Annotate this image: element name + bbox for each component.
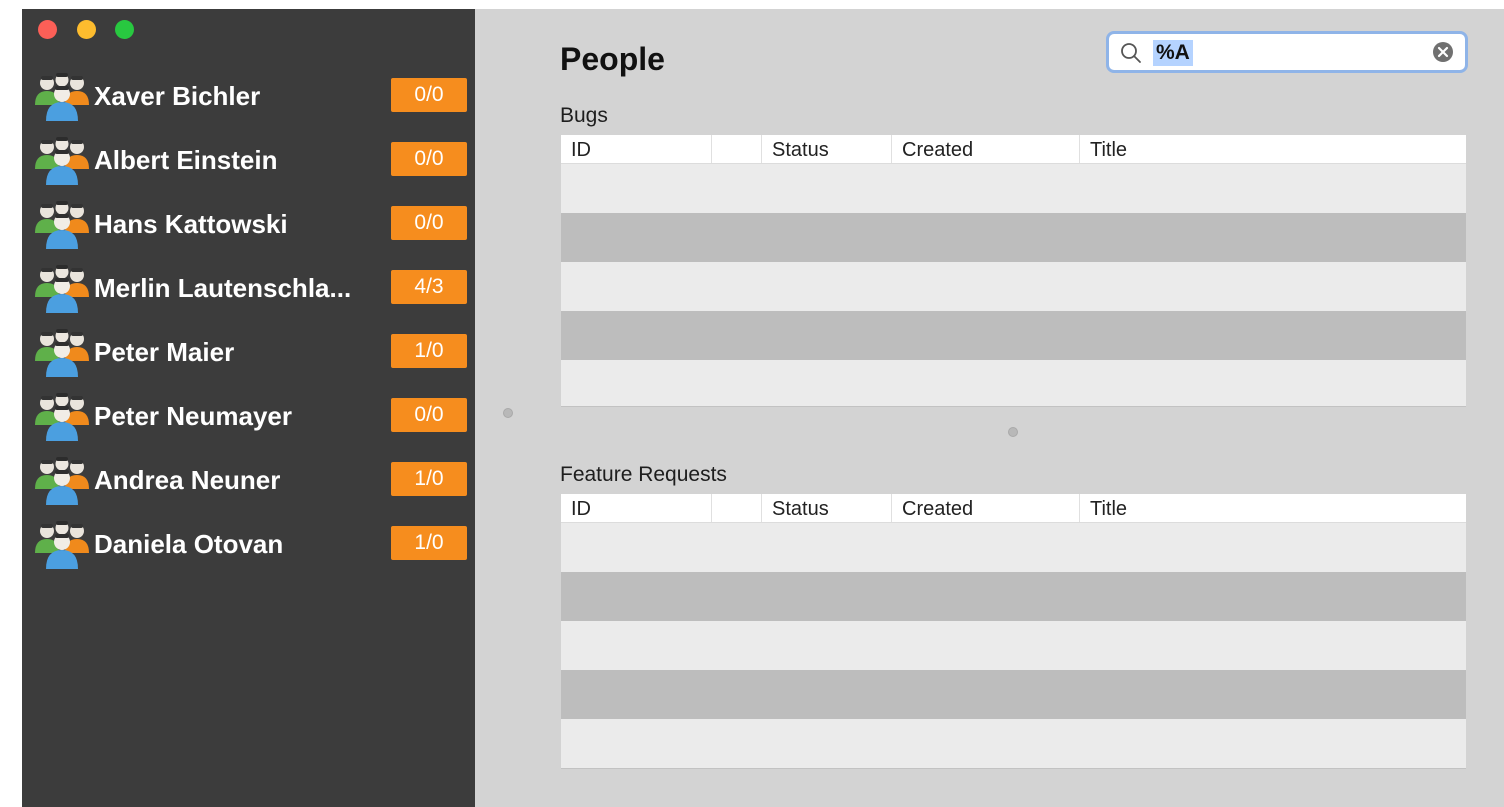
column-header-status[interactable]: Status — [761, 135, 891, 163]
issue-count-badge: 0/0 — [391, 206, 467, 240]
column-header-created[interactable]: Created — [891, 135, 1079, 163]
person-name: Xaver Bichler — [94, 81, 261, 111]
person-name: Albert Einstein — [94, 145, 278, 175]
person-name: Peter Neumayer — [94, 401, 292, 431]
issue-count-badge: 0/0 — [391, 78, 467, 112]
table-row[interactable] — [561, 213, 1466, 262]
vertical-split-handle[interactable] — [503, 408, 513, 418]
table-row[interactable] — [561, 164, 1466, 213]
person-item[interactable]: Merlin Lautenschla... 4/3 — [22, 257, 475, 321]
person-item[interactable]: Hans Kattowski 0/0 — [22, 193, 475, 257]
zoom-window-button[interactable] — [115, 20, 134, 39]
person-name: Andrea Neuner — [94, 465, 281, 495]
people-group-icon — [35, 329, 89, 377]
close-window-button[interactable] — [38, 20, 57, 39]
table-row[interactable] — [561, 262, 1466, 311]
issue-count-badge: 0/0 — [391, 398, 467, 432]
people-group-icon — [35, 137, 89, 185]
issue-count-badge: 1/0 — [391, 462, 467, 496]
column-header-title[interactable]: Title — [1079, 135, 1466, 163]
horizontal-split-handle[interactable] — [1008, 427, 1018, 437]
table-row[interactable] — [561, 572, 1466, 621]
bugs-table[interactable]: ID Status Created Title — [561, 135, 1466, 406]
person-name: Peter Maier — [94, 337, 235, 367]
table-row[interactable] — [561, 621, 1466, 670]
people-group-icon — [35, 73, 89, 121]
column-header-blank[interactable] — [711, 494, 761, 522]
people-group-icon — [35, 201, 89, 249]
person-item[interactable]: Daniela Otovan 1/0 — [22, 513, 475, 577]
column-header-id[interactable]: ID — [561, 135, 711, 163]
table-row[interactable] — [561, 523, 1466, 572]
feature-requests-table[interactable]: ID Status Created Title — [561, 494, 1466, 768]
table-row[interactable] — [561, 719, 1466, 768]
minimize-window-button[interactable] — [77, 20, 96, 39]
person-item[interactable]: Andrea Neuner 1/0 — [22, 449, 475, 513]
person-item[interactable]: Peter Neumayer 0/0 — [22, 385, 475, 449]
people-group-icon — [35, 393, 89, 441]
person-item[interactable]: Albert Einstein 0/0 — [22, 129, 475, 193]
column-header-blank[interactable] — [711, 135, 761, 163]
search-icon — [1121, 43, 1141, 63]
search-input-value[interactable]: %A — [1153, 40, 1193, 66]
issue-count-badge: 1/0 — [391, 334, 467, 368]
table-row[interactable] — [561, 670, 1466, 719]
bugs-table-header: ID Status Created Title — [561, 135, 1466, 164]
people-sidebar: Xaver Bichler 0/0 Albert Einstein 0/0 Ha… — [22, 9, 475, 807]
table-row[interactable] — [561, 311, 1466, 360]
person-name: Merlin Lautenschla... — [94, 273, 352, 303]
bugs-section-label: Bugs — [560, 104, 608, 127]
people-group-icon — [35, 265, 89, 313]
people-group-icon — [35, 521, 89, 569]
issue-count-badge: 0/0 — [391, 142, 467, 176]
issue-count-badge: 1/0 — [391, 526, 467, 560]
person-name: Hans Kattowski — [94, 209, 288, 239]
feature-requests-section-label: Feature Requests — [560, 463, 727, 486]
column-header-id[interactable]: ID — [561, 494, 711, 522]
clear-search-icon[interactable] — [1431, 40, 1455, 64]
person-item[interactable]: Peter Maier 1/0 — [22, 321, 475, 385]
page-title: People — [560, 41, 665, 77]
people-group-icon — [35, 457, 89, 505]
issue-count-badge: 4/3 — [391, 270, 467, 304]
table-row[interactable] — [561, 360, 1466, 406]
app-window: Xaver Bichler 0/0 Albert Einstein 0/0 Ha… — [22, 9, 1504, 807]
column-header-title[interactable]: Title — [1079, 494, 1466, 522]
person-name: Daniela Otovan — [94, 529, 284, 559]
person-item[interactable]: Xaver Bichler 0/0 — [22, 65, 475, 129]
feature-requests-table-header: ID Status Created Title — [561, 494, 1466, 523]
search-field[interactable]: %A — [1106, 31, 1468, 73]
column-header-created[interactable]: Created — [891, 494, 1079, 522]
column-header-status[interactable]: Status — [761, 494, 891, 522]
